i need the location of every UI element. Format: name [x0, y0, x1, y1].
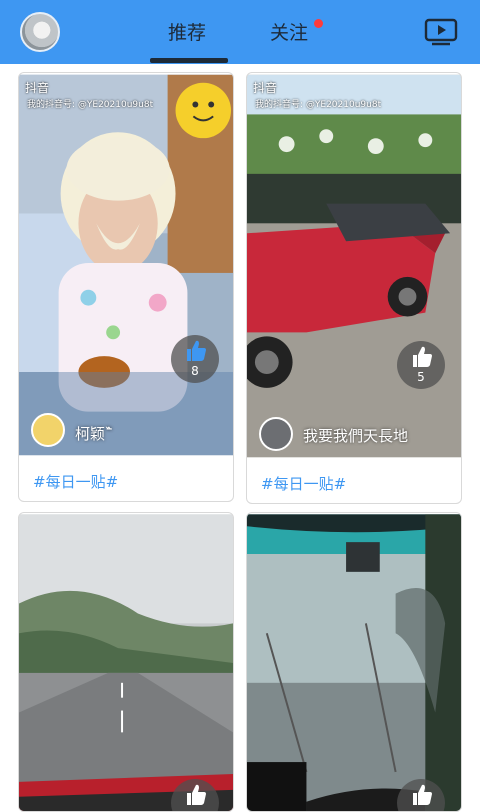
video-card[interactable]	[246, 512, 462, 812]
like-count: 5	[417, 370, 425, 384]
thumbs-up-icon	[413, 346, 432, 367]
video-card[interactable]: 抖音 我的抖音号: @YE20210u9u8t 5 我要我們天長地 #每日一贴#	[246, 72, 462, 504]
user-avatar[interactable]	[31, 413, 65, 447]
tab-follow[interactable]: 关注	[270, 18, 308, 45]
hashtag-link[interactable]: #每日一贴#	[33, 471, 118, 492]
user-name[interactable]: 柯颖ˆ᷅	[75, 423, 113, 444]
video-thumbnail	[19, 74, 233, 456]
active-tab-indicator	[150, 58, 228, 63]
video-thumbnail	[247, 74, 461, 458]
tv-play-icon[interactable]	[424, 18, 458, 46]
app-watermark-logo: 抖音	[253, 81, 278, 95]
app-watermark-id: 我的抖音号: @YE20210u9u8t	[255, 100, 382, 110]
thumbs-up-icon	[413, 784, 432, 805]
like-count: 8	[191, 364, 199, 378]
tab-recommend[interactable]: 推荐	[168, 18, 206, 45]
user-name[interactable]: 我要我們天長地	[303, 425, 408, 446]
app-watermark-id: 我的抖音号: @YE20210u9u8t	[27, 100, 154, 110]
video-card[interactable]: 抖音 我的抖音号: @YE20210u9u8t 8 柯颖ˆ᷅ #每日一贴#	[18, 72, 234, 502]
hashtag-link[interactable]: #每日一贴#	[261, 473, 346, 494]
like-button[interactable]: 5	[397, 341, 445, 389]
like-button[interactable]	[397, 779, 445, 811]
top-bar: 推荐 关注	[0, 0, 480, 64]
thumbs-up-icon	[187, 340, 206, 361]
thumbs-up-icon	[187, 784, 206, 805]
notification-dot	[314, 19, 323, 28]
profile-avatar[interactable]	[20, 12, 60, 52]
video-card[interactable]	[18, 512, 234, 812]
like-button[interactable]: 8	[171, 335, 219, 383]
user-avatar[interactable]	[259, 417, 293, 451]
like-button[interactable]	[171, 779, 219, 811]
app-watermark-logo: 抖音	[25, 81, 50, 95]
video-grid: 抖音 我的抖音号: @YE20210u9u8t 8 柯颖ˆ᷅ #每日一贴# 抖音…	[0, 64, 480, 812]
video-thumbnail	[247, 514, 461, 811]
video-thumbnail	[19, 514, 233, 811]
